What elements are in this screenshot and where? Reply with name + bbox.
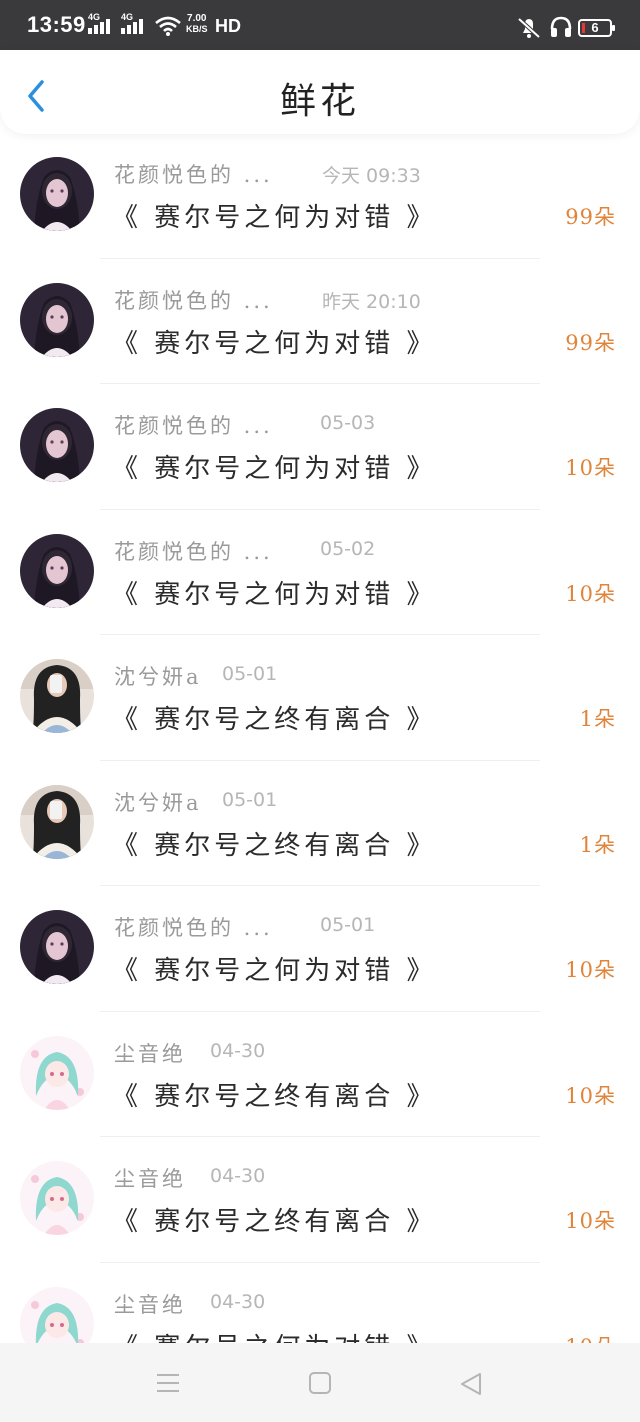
flower-count: 99朵 <box>565 205 616 229</box>
list-item[interactable]: 沈兮妍a 05-01 《 赛尔号之终有离合 》 1朵 <box>0 761 640 886</box>
list-item[interactable]: 花颜悦色的 ... 05-03 《 赛尔号之何为对错 》 10朵 <box>0 384 640 510</box>
list-item[interactable]: 花颜悦色的 ... 昨天 20:10 《 赛尔号之何为对错 》 99朵 <box>0 259 640 384</box>
user-name[interactable]: 沈兮妍a <box>114 787 202 817</box>
list-item[interactable]: 尘音绝 04-30 《 赛尔号之何为对错 》 10朵 <box>0 1263 640 1344</box>
user-name[interactable]: 花颜悦色的 ... <box>114 159 273 189</box>
avatar-dark-haired-girl[interactable] <box>20 910 94 984</box>
timestamp: 昨天 20:10 <box>322 290 421 313</box>
user-name[interactable]: 尘音绝 <box>114 1038 186 1068</box>
flower-count: 10朵 <box>565 1209 616 1233</box>
timestamp: 04-30 <box>210 1165 266 1187</box>
flower-count: 10朵 <box>565 456 616 480</box>
headset-icon <box>550 16 572 37</box>
flower-count: 1朵 <box>579 707 616 731</box>
user-name[interactable]: 沈兮妍a <box>114 661 202 691</box>
sim1-label: 4G <box>88 12 101 22</box>
flower-count: 99朵 <box>565 330 616 355</box>
work-title[interactable]: 《 赛尔号之终有离合 》 <box>112 1076 437 1113</box>
flower-count: 10朵 <box>565 581 616 606</box>
list-item[interactable]: 尘音绝 04-30 《 赛尔号之终有离合 》 10朵 <box>0 1137 640 1263</box>
avatar-teal-haired-anime[interactable] <box>20 1035 94 1110</box>
avatar-teal-haired-anime[interactable] <box>20 1286 94 1343</box>
status-time: 13:59 <box>27 12 86 37</box>
timestamp: 05-03 <box>320 412 376 434</box>
work-title[interactable]: 《 赛尔号之何为对错 》 <box>112 950 437 987</box>
avatar-selfie-girl[interactable] <box>20 659 94 733</box>
work-title[interactable]: 《 赛尔号之何为对错 》 <box>112 448 437 485</box>
net-speed-value: 7.00 <box>187 13 207 24</box>
avatar-dark-haired-girl[interactable] <box>20 533 94 608</box>
timestamp: 05-02 <box>320 537 376 560</box>
header: 鲜花 <box>0 50 640 134</box>
avatar-dark-haired-girl[interactable] <box>20 408 94 482</box>
user-name[interactable]: 花颜悦色的 ... <box>114 912 273 942</box>
page-title: 鲜花 <box>279 81 360 122</box>
list-item[interactable]: 尘音绝 04-30 《 赛尔号之终有离合 》 10朵 <box>0 1012 640 1137</box>
hd-label: HD <box>215 16 241 36</box>
list-item[interactable]: 花颜悦色的 ... 05-02 《 赛尔号之何为对错 》 10朵 <box>0 510 640 635</box>
list-item[interactable]: 花颜悦色的 ... 05-01 《 赛尔号之何为对错 》 10朵 <box>0 886 640 1012</box>
flower-record-list[interactable]: 花颜悦色的 ... 今天 09:33 《 赛尔号之何为对错 》 99朵 花颜悦色的 ..… <box>0 133 640 1343</box>
menu-icon[interactable] <box>155 1371 181 1395</box>
work-title[interactable]: 《 赛尔号之终有离合 》 <box>112 825 437 862</box>
net-speed: 7.00 KB/S <box>186 13 208 35</box>
work-title[interactable]: 《 赛尔号之何为对错 》 <box>112 574 437 611</box>
user-name[interactable]: 花颜悦色的 ... <box>114 536 273 566</box>
timestamp: 今天 09:33 <box>322 165 421 187</box>
flower-count: 10朵 <box>565 1083 616 1108</box>
battery-level: 6 <box>591 20 599 35</box>
avatar-dark-haired-girl[interactable] <box>20 282 94 357</box>
back-triangle-icon[interactable] <box>458 1371 484 1397</box>
timestamp: 05-01 <box>222 663 278 685</box>
avatar-teal-haired-anime[interactable] <box>20 1161 94 1235</box>
timestamp: 05-01 <box>320 914 376 936</box>
user-name[interactable]: 花颜悦色的 ... <box>114 410 273 440</box>
work-title[interactable]: 《 赛尔号之终有离合 》 <box>112 1201 437 1238</box>
user-name[interactable]: 尘音绝 <box>114 1163 186 1193</box>
system-nav-bar <box>0 1343 640 1422</box>
user-name[interactable]: 尘音绝 <box>114 1289 186 1319</box>
flower-count: 1朵 <box>579 832 616 857</box>
net-speed-unit: KB/S <box>186 24 208 34</box>
user-name[interactable]: 花颜悦色的 ... <box>114 285 273 315</box>
mute-icon <box>517 17 541 39</box>
flower-count: 10朵 <box>565 958 616 982</box>
work-title[interactable]: 《 赛尔号之何为对错 》 <box>112 197 437 234</box>
work-title[interactable]: 《 赛尔号之何为对错 》 <box>112 1327 437 1344</box>
sim2-label: 4G <box>121 12 134 22</box>
work-title[interactable]: 《 赛尔号之终有离合 》 <box>112 699 437 736</box>
timestamp: 05-01 <box>222 788 278 811</box>
avatar-dark-haired-girl[interactable] <box>20 157 94 231</box>
list-item[interactable]: 花颜悦色的 ... 今天 09:33 《 赛尔号之何为对错 》 99朵 <box>0 133 640 259</box>
flower-count: 10朵 <box>565 1331 616 1344</box>
work-title[interactable]: 《 赛尔号之何为对错 》 <box>112 323 437 360</box>
status-bar: 13:59 4G 4G 7.00 KB/S HD 6 <box>0 0 640 50</box>
timestamp: 04-30 <box>210 1039 266 1062</box>
timestamp: 04-30 <box>210 1290 266 1313</box>
battery-icon: 6 <box>578 19 615 37</box>
wifi-icon <box>155 16 181 36</box>
home-square-icon[interactable] <box>308 1371 332 1395</box>
list-item[interactable]: 沈兮妍a 05-01 《 赛尔号之终有离合 》 1朵 <box>0 635 640 761</box>
avatar-selfie-girl[interactable] <box>20 784 94 859</box>
